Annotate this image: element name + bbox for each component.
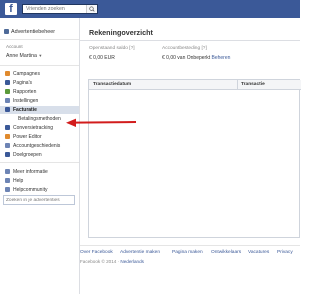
account-label: Account [6, 44, 23, 49]
main-content: Rekeningoverzicht Openstaand saldo [?] €… [80, 18, 301, 294]
sidebar-item-help-community[interactable]: Helpcommunity [0, 186, 79, 194]
footer-link-privacy[interactable]: Privacy [277, 250, 293, 255]
page-title: Rekeningoverzicht [89, 28, 153, 37]
pages-icon [5, 80, 10, 85]
billing-icon [5, 107, 10, 112]
audiences-icon [5, 152, 10, 157]
sidebar-item-label: Betalingsmethoden [18, 116, 61, 122]
sidebar-item-pages[interactable]: Pagina's [0, 79, 79, 87]
friend-search[interactable] [22, 4, 98, 14]
sidebar-item-billing[interactable]: Facturatie [0, 106, 79, 114]
reports-icon [5, 89, 10, 94]
sidebar-item-label: Conversietracking [13, 125, 54, 131]
power-editor-icon [5, 134, 10, 139]
language-link[interactable]: Nederlands [120, 259, 144, 264]
ads-search[interactable] [3, 195, 75, 205]
table-header: Transactiedatum Transactie [89, 80, 301, 90]
sidebar-item-label: Facturatie [13, 107, 37, 113]
sidebar-item-label: Pagina's [13, 80, 33, 86]
manage-link[interactable]: Beheren [211, 55, 230, 61]
footer-link-create-ad[interactable]: Advertentie maken [120, 250, 160, 255]
ads-search-input[interactable] [4, 196, 74, 204]
community-icon [5, 187, 10, 192]
sidebar-item-power-editor[interactable]: Power Editor [0, 133, 79, 141]
sidebar-item-label: Doelgroepen [13, 152, 42, 158]
footer-link-careers[interactable]: Vacatures [248, 250, 269, 255]
sidebar-item-label: Help [13, 178, 24, 184]
footer-link-developers[interactable]: Ontwikkelaars [211, 250, 241, 255]
search-icon [89, 6, 95, 12]
account-selector[interactable]: Anne Martina ▼ [6, 53, 42, 59]
facebook-logo[interactable]: f [5, 3, 17, 15]
search-button[interactable] [86, 5, 97, 13]
sidebar-item-label: Rapporten [13, 89, 37, 95]
sidebar-item-campaigns[interactable]: Campagnes [0, 70, 79, 78]
sidebar: Advertentiebeheer Account Anne Martina ▼… [0, 18, 80, 294]
help-icon [5, 178, 10, 183]
divider [0, 39, 79, 40]
info-icon [5, 169, 10, 174]
footer-link-create-page[interactable]: Pagina maken [172, 250, 203, 255]
sidebar-item-audiences[interactable]: Doelgroepen [0, 151, 79, 159]
column-header-transaction[interactable]: Transactie [241, 80, 265, 89]
sidebar-item-label: Power Editor [13, 134, 42, 140]
ads-manager-icon [4, 29, 9, 35]
account-spend-value: € 0,00 van Onbeperkt Beheren [162, 55, 230, 61]
campaigns-icon [5, 71, 10, 76]
ads-manager-header[interactable]: Advertentiebeheer [4, 29, 76, 39]
sidebar-item-label: Meer informatie [13, 169, 48, 175]
column-divider [237, 80, 238, 89]
outstanding-balance-label: Openstaand saldo [?] [89, 46, 135, 51]
copyright-text: Facebook © 2014 · [80, 259, 120, 264]
sidebar-item-account-history[interactable]: Accountgeschiedenis [0, 142, 79, 150]
sidebar-item-settings[interactable]: Instellingen [0, 97, 79, 105]
sidebar-item-more-info[interactable]: Meer informatie [0, 168, 79, 176]
sidebar-item-label: Campagnes [13, 71, 40, 77]
divider [0, 65, 79, 66]
footer-links: Over Facebook Advertentie maken Pagina m… [80, 250, 300, 258]
account-name: Anne Martina [6, 53, 37, 59]
chevron-down-icon: ▼ [38, 53, 43, 58]
top-bar: f [0, 0, 300, 19]
sidebar-item-help[interactable]: Help [0, 177, 79, 185]
sidebar-item-label: Instellingen [13, 98, 39, 104]
annotation-arrow-icon [66, 118, 137, 127]
divider [0, 162, 79, 163]
sidebar-item-label: Helpcommunity [13, 187, 48, 193]
transactions-table: Transactiedatum Transactie [88, 79, 301, 238]
divider [80, 245, 300, 246]
account-spend-label: Accountbesteding [?] [162, 46, 207, 51]
outstanding-balance-value: € 0,00 EUR [89, 55, 115, 61]
ads-manager-label: Advertentiebeheer [11, 29, 56, 35]
sidebar-item-label: Accountgeschiedenis [13, 143, 61, 149]
divider [80, 40, 300, 41]
footer-link-about[interactable]: Over Facebook [80, 250, 113, 255]
column-header-date[interactable]: Transactiedatum [93, 80, 131, 89]
sidebar-item-reports[interactable]: Rapporten [0, 88, 79, 96]
account-spend-amount: € 0,00 van Onbeperkt [162, 55, 211, 61]
history-icon [5, 143, 10, 148]
conversion-icon [5, 125, 10, 130]
friend-search-input[interactable] [23, 5, 86, 13]
settings-icon [5, 98, 10, 103]
footer-copyright: Facebook © 2014 · Nederlands [80, 259, 144, 264]
